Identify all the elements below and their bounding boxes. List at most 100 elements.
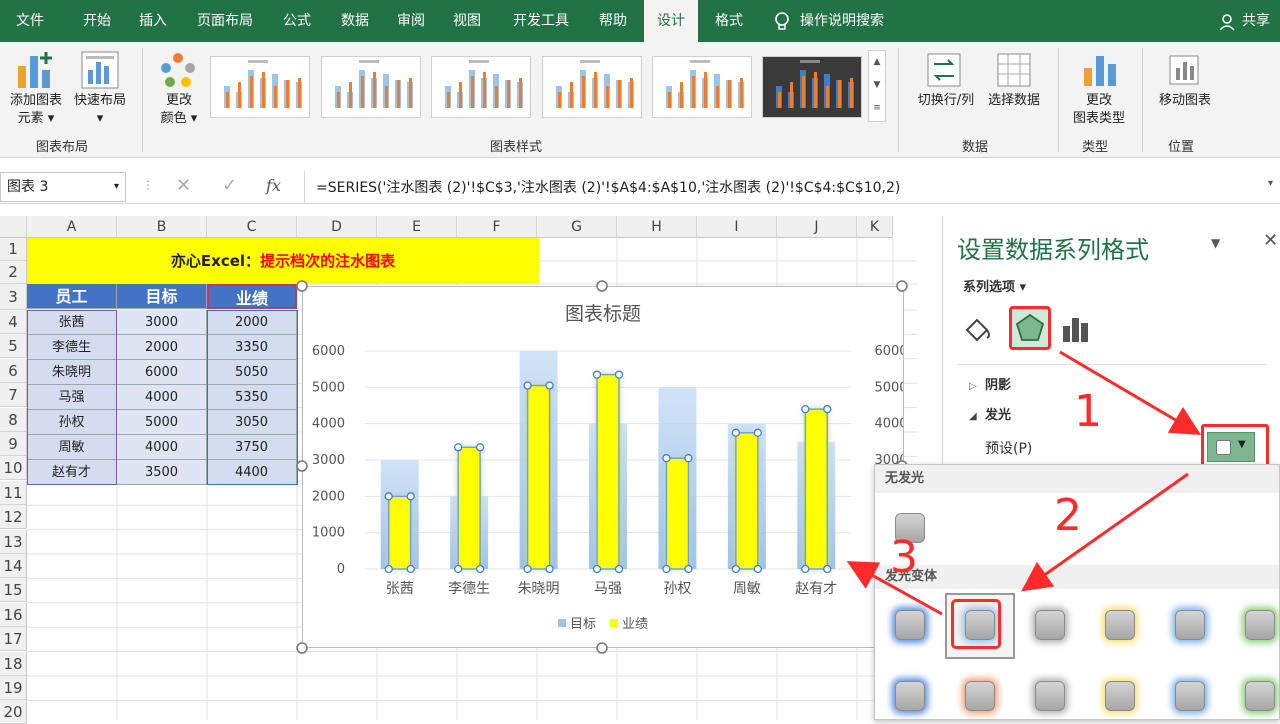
change-chart-type-button[interactable]: 更改 图表类型 [1066, 92, 1132, 128]
column-header[interactable]: G [537, 216, 617, 238]
tab-data[interactable]: 数据 [330, 0, 380, 42]
glow-variant-option[interactable] [1245, 610, 1275, 640]
chevron-down-icon[interactable]: ▾ [1268, 178, 1273, 189]
share-button[interactable]: 共享 [1238, 0, 1274, 42]
tab-insert[interactable]: 插入 [128, 0, 178, 42]
target-cell[interactable]: 3500 [117, 460, 207, 485]
column-header[interactable]: I [697, 216, 777, 238]
row-header[interactable]: 16 [0, 602, 27, 627]
performance-cell[interactable]: 5050 [207, 360, 297, 385]
tab-design[interactable]: 设计 [644, 0, 698, 42]
column-header[interactable]: A [27, 216, 117, 238]
header-employee[interactable]: 员工 [27, 284, 117, 309]
tab-review[interactable]: 审阅 [388, 0, 434, 42]
formula-input[interactable]: =SERIES('注水图表 (2)'!$C$3,'注水图表 (2)'!$A$4:… [316, 177, 900, 197]
row-header[interactable]: 17 [0, 627, 27, 652]
employee-cell[interactable]: 张茜 [27, 310, 117, 335]
target-cell[interactable]: 6000 [117, 360, 207, 385]
performance-cell[interactable]: 3750 [207, 435, 297, 460]
column-header[interactable]: B [117, 216, 207, 238]
row-header[interactable]: 5 [0, 334, 27, 359]
tell-me-search[interactable]: 操作说明搜索 [800, 0, 910, 42]
target-cell[interactable]: 4000 [117, 385, 207, 410]
row-header[interactable]: 1 [0, 238, 27, 261]
glow-variant-option[interactable] [1105, 610, 1135, 640]
employee-cell[interactable]: 朱晓明 [27, 360, 117, 385]
row-header[interactable]: 9 [0, 432, 27, 456]
row-header[interactable]: 14 [0, 554, 27, 578]
glow-variant-option[interactable] [895, 610, 925, 640]
tab-format[interactable]: 格式 [704, 0, 754, 42]
series-options-bar-icon[interactable] [1061, 314, 1091, 344]
employee-cell[interactable]: 孙权 [27, 410, 117, 435]
function-icon[interactable]: fx [266, 176, 281, 195]
header-target[interactable]: 目标 [117, 284, 207, 309]
switch-row-column-button[interactable]: 切换行/列 [910, 92, 982, 110]
employee-cell[interactable]: 李德生 [27, 335, 117, 360]
glow-variant-option[interactable] [1105, 681, 1135, 711]
row-header[interactable]: 19 [0, 676, 27, 700]
effects-tab[interactable] [1009, 306, 1051, 350]
row-header[interactable]: 10 [0, 456, 27, 481]
tab-developer[interactable]: 开发工具 [500, 0, 582, 42]
fill-line-icon[interactable] [963, 314, 993, 344]
name-box[interactable]: 图表 3 ▾ [0, 172, 126, 202]
row-header[interactable]: 11 [0, 480, 27, 505]
add-chart-element-button[interactable]: 添加图表 元素 ▾ [4, 92, 68, 128]
glow-variant-option[interactable] [1245, 681, 1275, 711]
select-data-button[interactable]: 选择数据 [982, 92, 1046, 110]
row-header[interactable]: 6 [0, 358, 27, 383]
change-colors-button[interactable]: 更改 颜色 ▾ [152, 92, 206, 128]
row-header[interactable]: 15 [0, 578, 27, 603]
performance-cell[interactable]: 3350 [207, 335, 297, 360]
series-options-dropdown[interactable]: 系列选项 ▾ [963, 276, 1026, 295]
column-header[interactable]: D [297, 216, 377, 238]
performance-cell[interactable]: 2000 [207, 310, 297, 335]
glow-section[interactable]: ◢ 发光 [969, 404, 1011, 423]
glow-variant-option[interactable] [1175, 610, 1205, 640]
target-cell[interactable]: 5000 [117, 410, 207, 435]
cancel-icon[interactable]: ✕ [176, 175, 191, 196]
glow-preset-dropdown[interactable]: ▼ [1207, 432, 1255, 462]
tab-file[interactable]: 文件 [0, 0, 60, 42]
glow-variant-option[interactable] [1035, 610, 1065, 640]
employee-cell[interactable]: 马强 [27, 385, 117, 410]
performance-cell[interactable]: 5350 [207, 385, 297, 410]
row-header[interactable]: 7 [0, 383, 27, 408]
column-header[interactable]: J [777, 216, 857, 238]
shadow-section[interactable]: ▷ 阴影 [969, 374, 1011, 393]
performance-cell[interactable]: 3050 [207, 410, 297, 435]
header-performance[interactable]: 业绩 [207, 284, 297, 309]
column-header[interactable]: F [457, 216, 537, 238]
employee-cell[interactable]: 周敏 [27, 435, 117, 460]
column-header[interactable]: C [207, 216, 297, 238]
row-header[interactable]: 20 [0, 700, 27, 724]
column-header[interactable]: H [617, 216, 697, 238]
glow-variant-option[interactable] [1175, 681, 1205, 711]
row-header[interactable]: 4 [0, 310, 27, 334]
move-chart-button[interactable]: 移动图表 [1150, 92, 1220, 110]
column-header[interactable]: E [377, 216, 457, 238]
close-icon[interactable]: ✕ [1263, 230, 1278, 251]
glow-variant-option[interactable] [895, 681, 925, 711]
row-header[interactable]: 8 [0, 407, 27, 432]
row-header[interactable]: 2 [0, 261, 27, 284]
target-cell[interactable]: 2000 [117, 335, 207, 360]
performance-cell[interactable]: 4400 [207, 460, 297, 485]
row-header[interactable]: 12 [0, 505, 27, 530]
pane-options-icon[interactable]: ▼ [1211, 236, 1220, 250]
glow-variant-option[interactable] [965, 681, 995, 711]
gallery-scroll[interactable]: ▲ ▼ ≡ [868, 50, 886, 122]
tab-view[interactable]: 视图 [444, 0, 490, 42]
select-all-corner[interactable] [0, 216, 27, 238]
quick-layout-button[interactable]: 快速布局 ▾ [68, 92, 132, 128]
tab-help[interactable]: 帮助 [590, 0, 636, 42]
column-header[interactable]: K [857, 216, 893, 238]
chevron-down-icon[interactable]: ▾ [114, 173, 119, 201]
target-cell[interactable]: 3000 [117, 310, 207, 335]
tab-formulas[interactable]: 公式 [272, 0, 322, 42]
row-header[interactable]: 13 [0, 529, 27, 554]
row-header[interactable]: 3 [0, 284, 27, 310]
target-cell[interactable]: 4000 [117, 435, 207, 460]
row-header[interactable]: 18 [0, 651, 27, 676]
